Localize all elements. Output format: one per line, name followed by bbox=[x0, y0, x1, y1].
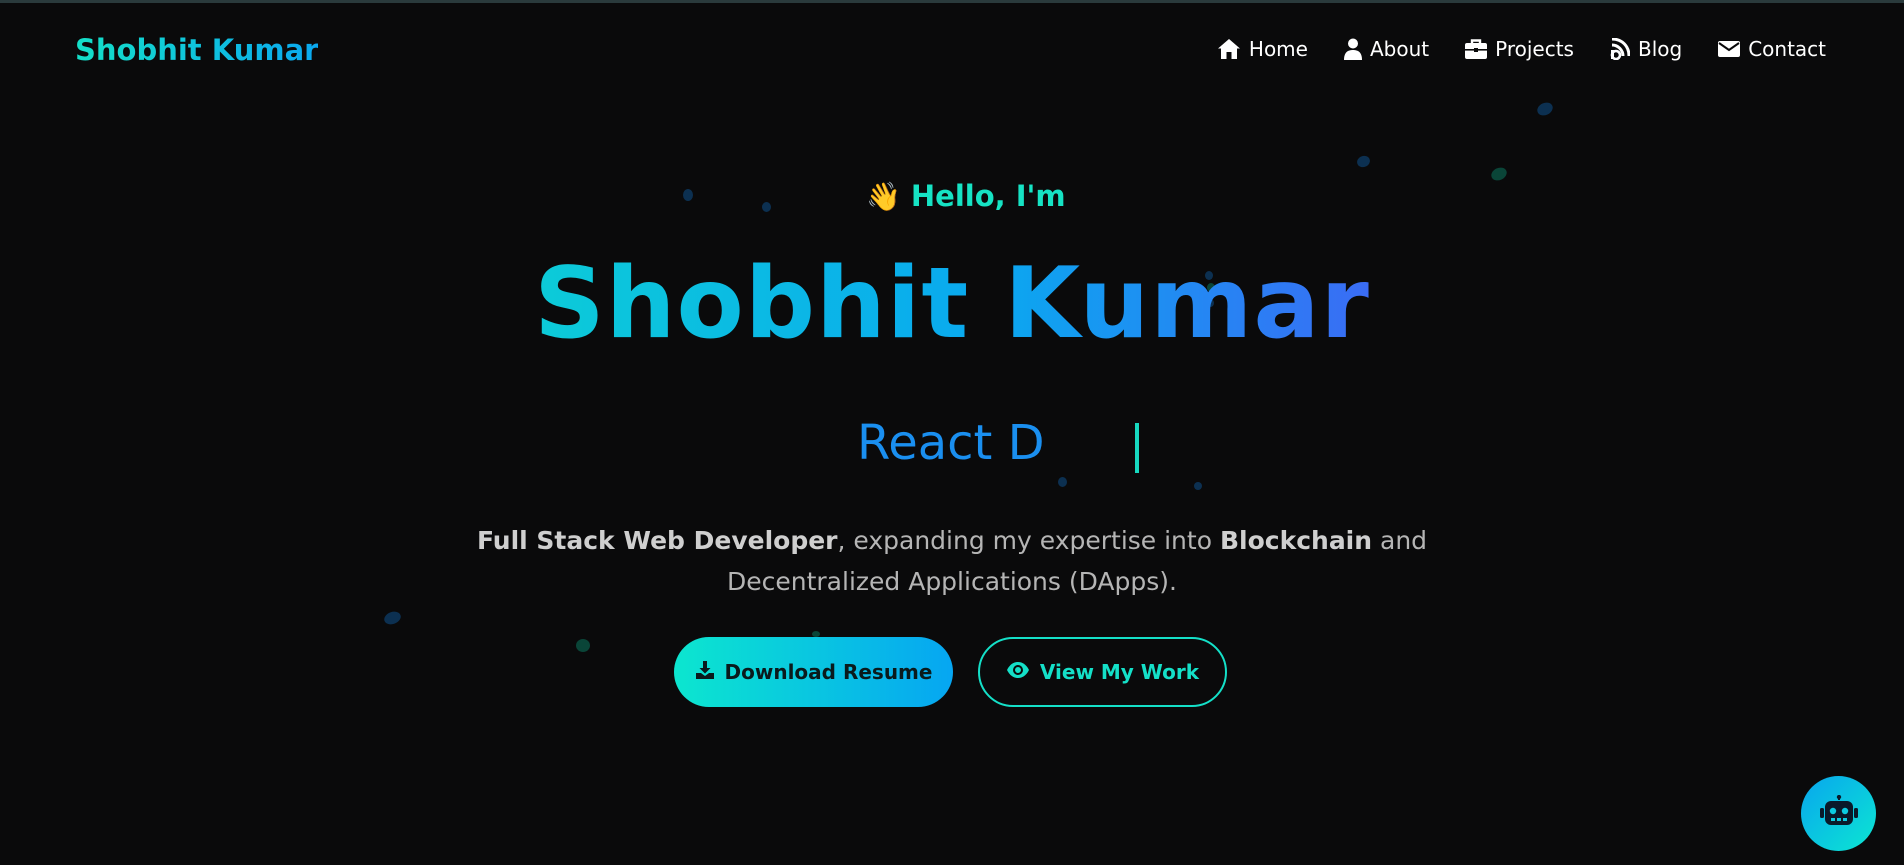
nav-contact[interactable]: Contact bbox=[1718, 37, 1826, 61]
particle bbox=[1058, 477, 1067, 487]
particle bbox=[382, 609, 403, 627]
download-icon bbox=[695, 660, 715, 685]
view-my-work-label: View My Work bbox=[1039, 660, 1200, 684]
nav-home[interactable]: Home bbox=[1217, 37, 1308, 61]
blog-icon bbox=[1610, 38, 1630, 60]
particle bbox=[1535, 100, 1555, 118]
desc-and: and bbox=[1372, 526, 1428, 555]
user-icon bbox=[1343, 38, 1362, 60]
particle bbox=[1194, 482, 1202, 490]
nav-projects[interactable]: Projects bbox=[1465, 37, 1574, 61]
typing-cursor bbox=[1135, 423, 1139, 473]
chatbot-button[interactable] bbox=[1801, 776, 1876, 851]
particle bbox=[1355, 154, 1372, 169]
particle bbox=[1489, 165, 1509, 183]
home-icon bbox=[1217, 38, 1241, 60]
eye-icon bbox=[1006, 660, 1030, 684]
desc-role: Full Stack Web Developer bbox=[476, 526, 838, 555]
portfolio-page: Shobhit Kumar Home About Projects Blog C… bbox=[0, 0, 1904, 865]
site-logo[interactable]: Shobhit Kumar bbox=[75, 33, 318, 67]
nav-blog-label: Blog bbox=[1637, 37, 1683, 61]
nav-projects-label: Projects bbox=[1495, 37, 1574, 61]
nav-about-label: About bbox=[1369, 37, 1430, 61]
view-my-work-button[interactable]: View My Work bbox=[978, 637, 1227, 707]
hero-description: Full Stack Web Developer, expanding my e… bbox=[0, 520, 1904, 602]
robot-icon bbox=[1819, 794, 1858, 833]
download-resume-label: Download Resume bbox=[724, 660, 933, 684]
desc-blockchain: Blockchain bbox=[1219, 526, 1373, 555]
nav-home-label: Home bbox=[1248, 37, 1308, 61]
wave-emoji: 👋 bbox=[866, 179, 901, 213]
particle bbox=[576, 639, 590, 652]
hero-name-text: Shobhit Kumar bbox=[534, 247, 1370, 361]
envelope-icon bbox=[1718, 40, 1741, 58]
nav-blog[interactable]: Blog bbox=[1610, 37, 1682, 61]
download-resume-button[interactable]: Download Resume bbox=[674, 637, 953, 707]
nav-about[interactable]: About bbox=[1343, 37, 1430, 61]
main-nav: Home About Projects Blog Contact bbox=[1217, 37, 1826, 61]
particle bbox=[683, 189, 693, 201]
desc-text: , expanding my expertise into bbox=[837, 526, 1220, 555]
greeting-text: Hello, I'm bbox=[910, 179, 1066, 213]
briefcase-icon bbox=[1465, 39, 1488, 59]
greeting: 👋 Hello, I'm bbox=[866, 179, 1066, 213]
particle bbox=[762, 202, 771, 212]
nav-contact-label: Contact bbox=[1748, 37, 1826, 61]
typed-role: React D bbox=[857, 415, 1045, 471]
desc-dapps: Decentralized Applications (DApps). bbox=[727, 567, 1177, 596]
hero-name: Shobhit Kumar bbox=[0, 246, 1904, 364]
